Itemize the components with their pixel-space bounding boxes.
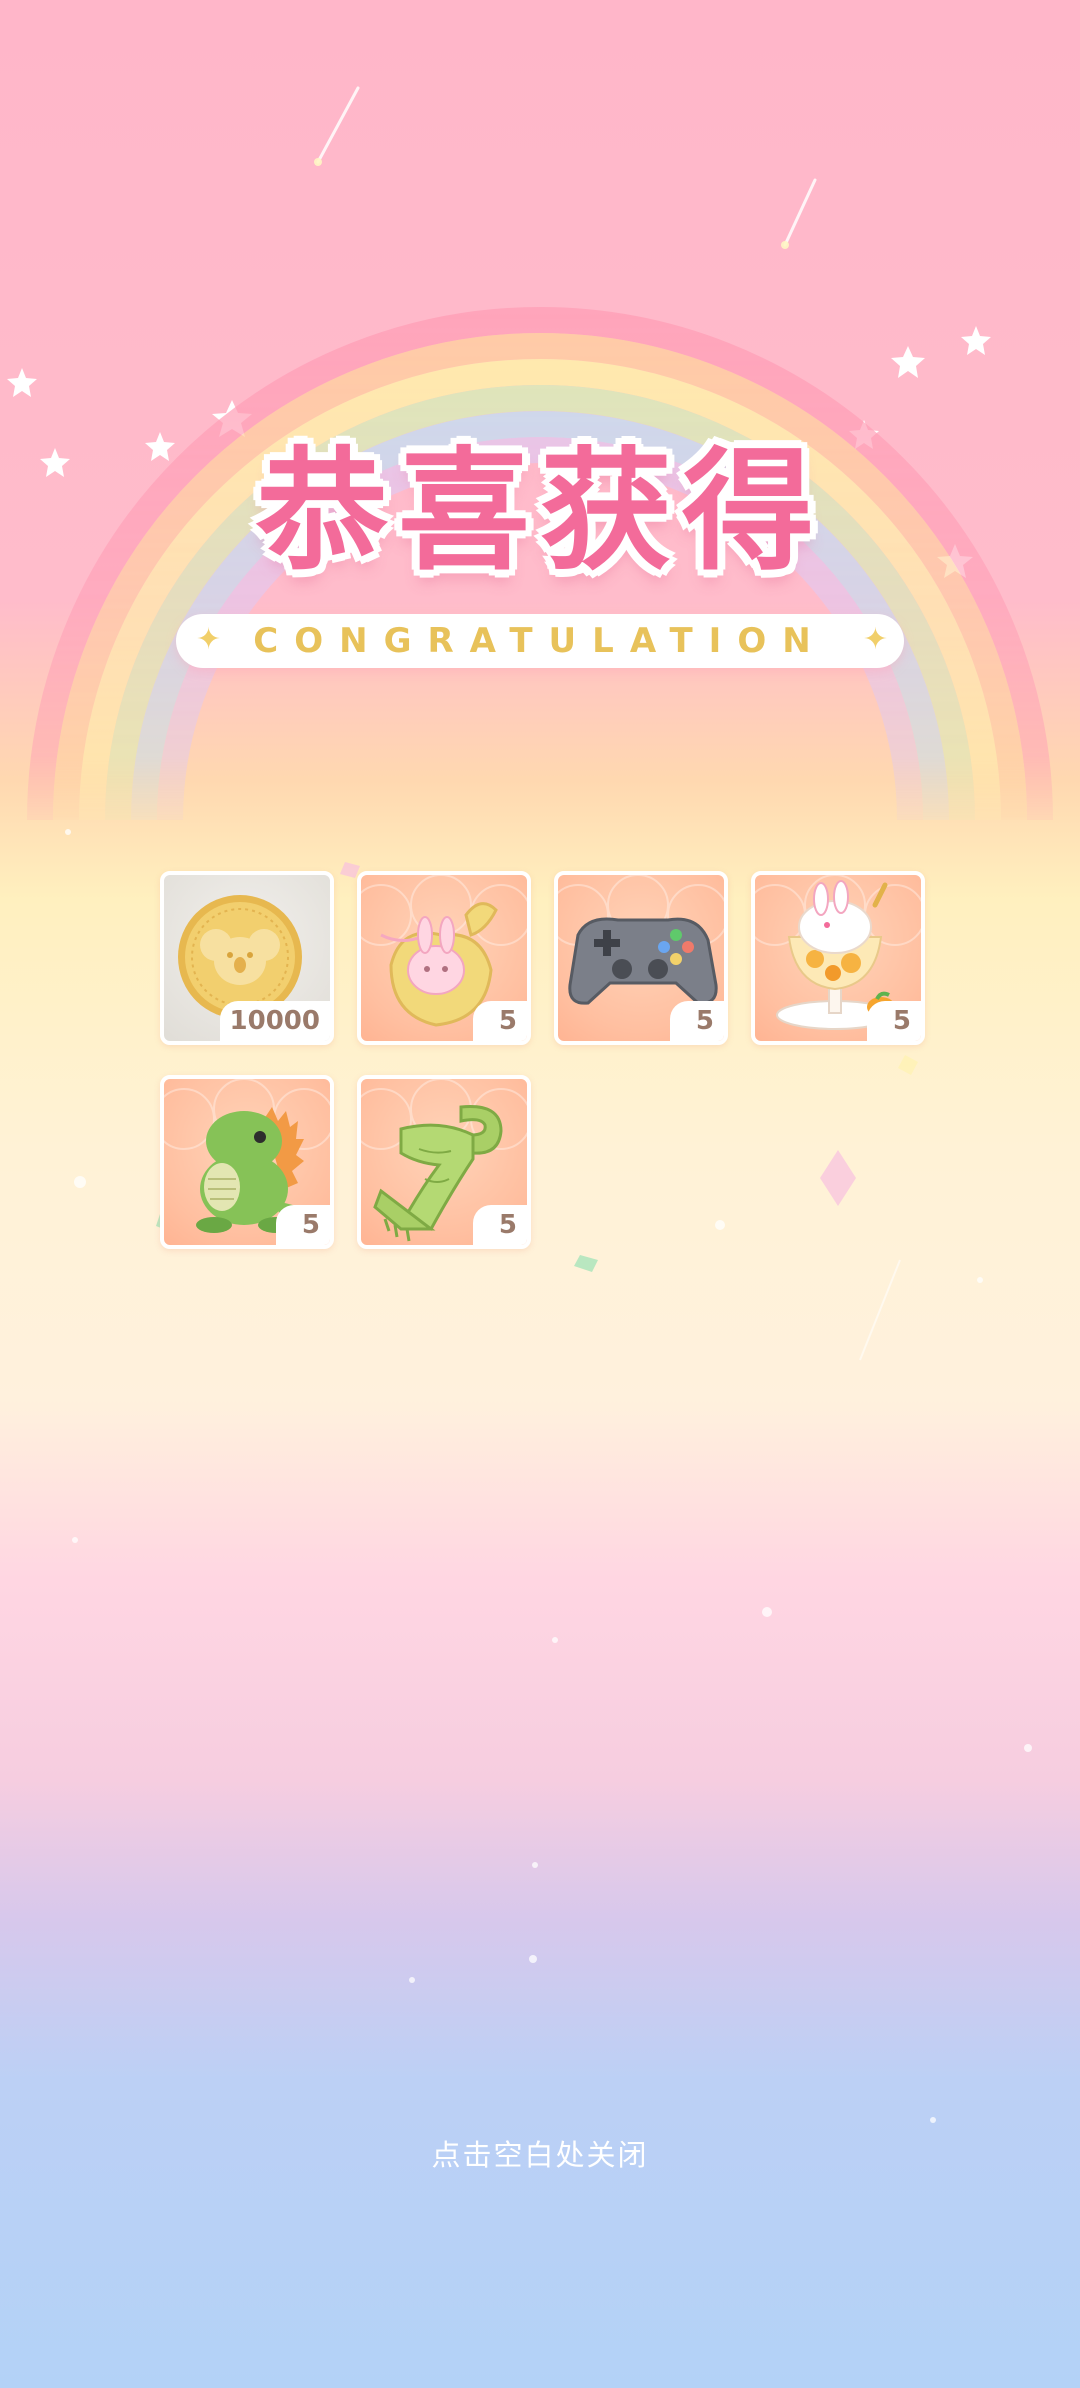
subtitle-congratulation: CONGRATULATION <box>253 621 827 661</box>
title-congratulations-cn: 恭喜获得 <box>256 435 824 589</box>
reward-item-dinosaur[interactable]: 5 <box>160 1075 334 1249</box>
meteor-icon <box>316 86 360 164</box>
reward-item-gamepad[interactable]: 5 <box>554 871 728 1045</box>
reward-item-parfait[interactable]: 5 <box>751 871 925 1045</box>
congratulation-pill: ✦ CONGRATULATION ✦ <box>176 614 904 668</box>
sparkle-icon: ✦ <box>862 622 888 657</box>
reward-item-pouch[interactable]: 5 <box>357 871 531 1045</box>
item-quantity: 10000 <box>219 1001 330 1041</box>
title-banner: 恭喜获得 <box>0 405 1080 596</box>
reward-item-scarf[interactable]: 5 <box>357 1075 531 1249</box>
item-quantity: 5 <box>867 1001 921 1041</box>
item-quantity: 5 <box>473 1205 527 1245</box>
item-quantity: 5 <box>473 1001 527 1041</box>
tap-blank-to-close-hint[interactable]: 点击空白处关闭 <box>0 2132 1080 2174</box>
item-quantity: 5 <box>276 1205 330 1245</box>
reward-item-coin[interactable]: 10000 <box>160 871 334 1045</box>
meteor-icon <box>783 178 817 247</box>
item-quantity: 5 <box>670 1001 724 1041</box>
sparkle-icon: ✦ <box>196 622 222 657</box>
